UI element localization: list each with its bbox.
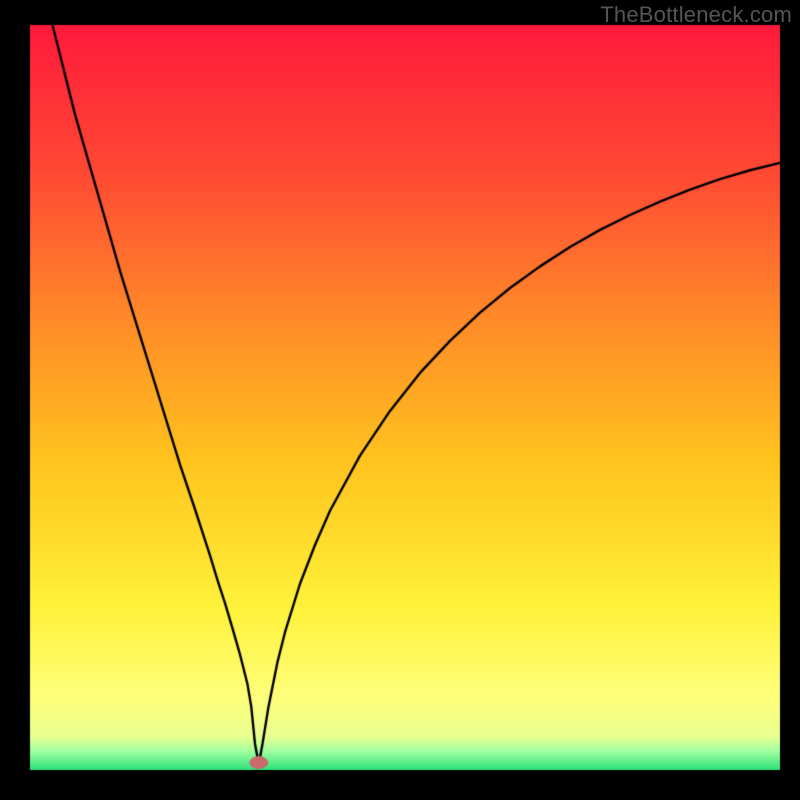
bottleneck-curve-chart	[0, 0, 800, 800]
watermark-label: TheBottleneck.com	[600, 2, 792, 28]
chart-frame: TheBottleneck.com	[0, 0, 800, 800]
